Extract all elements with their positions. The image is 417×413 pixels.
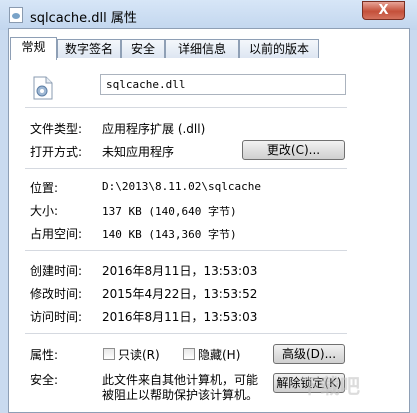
size-value: 137 KB (140,640 字节): [102, 205, 237, 218]
window-title: sqlcache.dll 属性: [30, 11, 137, 26]
tab-details[interactable]: 详细信息: [165, 39, 239, 58]
opens-with-label: 打开方式:: [30, 145, 83, 159]
size-label: 大小:: [30, 204, 59, 218]
readonly-label[interactable]: 只读(R): [118, 346, 160, 363]
created-value: 2016年8月11日，13:53:03: [102, 264, 258, 278]
opens-with-value: 未知应用程序: [102, 145, 175, 159]
created-label: 创建时间:: [30, 264, 83, 278]
accessed-label: 访问时间:: [30, 310, 83, 324]
accessed-value: 2016年8月11日，13:53:03: [102, 310, 258, 324]
tab-security[interactable]: 安全: [121, 39, 165, 58]
divider: [25, 250, 347, 251]
location-value: D:\2013\8.11.02\sqlcache: [102, 180, 261, 193]
security-label: 安全:: [30, 373, 59, 387]
security-message-line2: 被阻止以帮助保护该计算机。: [102, 388, 259, 402]
modified-value: 2015年4月22日，13:53:52: [102, 287, 258, 301]
file-icon: [9, 7, 23, 23]
modified-label: 修改时间:: [30, 287, 83, 301]
divider: [25, 107, 347, 108]
dll-file-icon: [33, 76, 53, 100]
size-on-disk-label: 占用空间:: [30, 227, 83, 241]
hidden-checkbox[interactable]: [183, 348, 195, 360]
file-name-field[interactable]: sqlcache.dll: [100, 74, 346, 95]
advanced-button[interactable]: 高级(D)...: [273, 344, 345, 364]
divider: [25, 333, 347, 334]
size-on-disk-value: 140 KB (143,360 字节): [102, 228, 237, 241]
tab-general[interactable]: 常规: [10, 37, 57, 60]
attributes-label: 属性:: [30, 348, 59, 362]
close-button[interactable]: X: [362, 1, 405, 20]
tab-digital-signatures[interactable]: 数字签名: [57, 39, 121, 58]
file-type-value: 应用程序扩展 (.dll): [102, 122, 206, 136]
tab-previous-versions[interactable]: 以前的版本: [239, 39, 319, 58]
divider: [25, 168, 347, 169]
title-bar: sqlcache.dll 属性 X: [0, 0, 417, 30]
change-button[interactable]: 更改(C)...: [242, 140, 345, 160]
watermark: 下载吧: [300, 374, 360, 398]
readonly-checkbox[interactable]: [103, 348, 115, 360]
location-label: 位置:: [30, 181, 59, 195]
hidden-label[interactable]: 隐藏(H): [198, 346, 240, 363]
file-type-label: 文件类型:: [30, 122, 83, 136]
